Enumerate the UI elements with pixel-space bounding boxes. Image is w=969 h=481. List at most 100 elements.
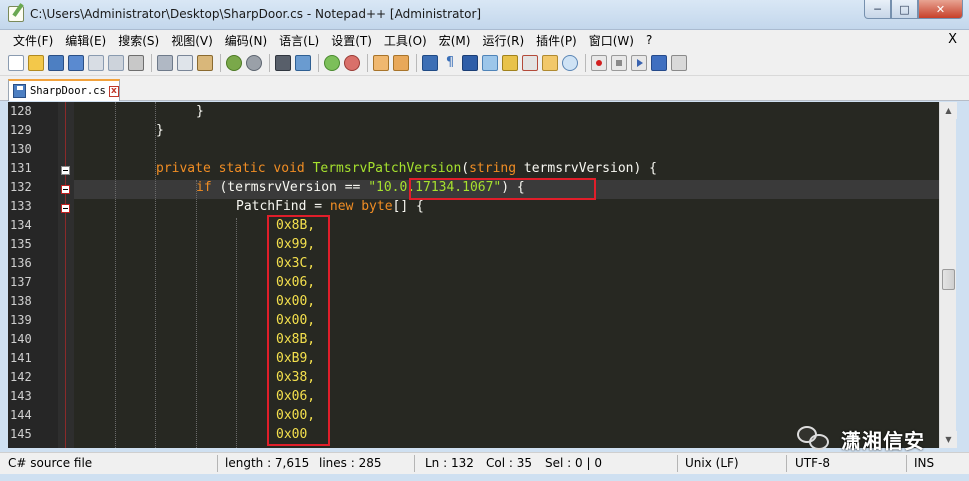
play-macro-icon[interactable] [631, 54, 647, 71]
line-number: 141 [10, 351, 32, 365]
toolbar-separator [367, 53, 368, 72]
status-sel: Sel : 0 | 0 [545, 456, 602, 470]
paste-icon[interactable] [197, 54, 213, 71]
menu-plugins[interactable]: 插件(P) [530, 32, 583, 49]
status-language: C# source file [8, 456, 93, 470]
watermark-text: 潇湘信安 [841, 428, 925, 453]
undo-icon[interactable] [226, 54, 242, 71]
line-number: 139 [10, 313, 32, 327]
function-list-icon[interactable] [522, 54, 538, 71]
new-file-icon[interactable] [8, 54, 24, 71]
line-number: 129 [10, 123, 32, 137]
line-number: 133 [10, 199, 32, 213]
menu-macro[interactable]: 宏(M) [433, 32, 477, 49]
line-number: 136 [10, 256, 32, 270]
save-icon[interactable] [48, 54, 64, 71]
copy-icon[interactable] [177, 54, 193, 71]
window-controls: ─ □ ✕ [864, 0, 963, 19]
fold-toggle-icon[interactable] [61, 185, 70, 194]
menu-language[interactable]: 语言(L) [273, 32, 325, 49]
save-macro-icon[interactable] [671, 54, 687, 71]
menu-file[interactable]: 文件(F) [7, 32, 59, 49]
close-all-icon[interactable] [108, 54, 124, 71]
code-line: } [156, 123, 164, 138]
code-line-byte-array: PatchFind = new byte[] { [236, 199, 424, 214]
sync-vertical-icon[interactable] [373, 54, 389, 71]
line-number: 137 [10, 275, 32, 289]
line-number: 143 [10, 389, 32, 403]
close-document-button[interactable]: X [948, 32, 957, 47]
toolbar-separator [220, 53, 221, 72]
line-number: 128 [10, 104, 32, 118]
menu-search[interactable]: 搜索(S) [112, 32, 165, 49]
window-title: C:\Users\Administrator\Desktop\SharpDoor… [30, 7, 482, 21]
menu-edit[interactable]: 编辑(E) [59, 32, 112, 49]
cut-icon[interactable] [157, 54, 173, 71]
indent-guide [155, 102, 156, 448]
zoom-out-icon[interactable] [344, 54, 360, 71]
sync-horizontal-icon[interactable] [393, 54, 409, 71]
udl-icon[interactable] [482, 54, 498, 71]
menu-bar: 文件(F) 编辑(E) 搜索(S) 视图(V) 编码(N) 语言(L) 设置(T… [0, 30, 969, 50]
redo-icon[interactable] [246, 54, 262, 71]
fold-toggle-icon[interactable] [61, 166, 70, 175]
indent-guide [115, 102, 116, 448]
record-macro-icon[interactable] [591, 54, 607, 71]
line-number: 145 [10, 427, 32, 441]
code-editor[interactable]: 128 129 130 131 132 133 134 135 136 137 … [8, 102, 939, 448]
notepadpp-app-icon [8, 6, 24, 22]
menu-view[interactable]: 视图(V) [165, 32, 219, 49]
zoom-in-icon[interactable] [324, 54, 340, 71]
word-wrap-icon[interactable] [422, 54, 438, 71]
close-file-icon[interactable] [88, 54, 104, 71]
byte-array-highlight-box [267, 215, 330, 446]
save-all-icon[interactable] [68, 54, 84, 71]
print-icon[interactable] [128, 54, 144, 71]
status-col: Col : 35 [486, 456, 532, 470]
menu-encoding[interactable]: 编码(N) [219, 32, 273, 49]
vertical-scrollbar[interactable]: ▲ ▼ [939, 102, 957, 448]
status-bar: C# source file length : 7,615 lines : 28… [0, 452, 969, 474]
line-number: 135 [10, 237, 32, 251]
folder-workspace-icon[interactable] [542, 54, 558, 71]
saved-file-icon [13, 84, 26, 98]
line-number-gutter: 128 129 130 131 132 133 134 135 136 137 … [8, 102, 58, 448]
menu-window[interactable]: 窗口(W) [583, 32, 640, 49]
title-bar: C:\Users\Administrator\Desktop\SharpDoor… [0, 0, 969, 30]
menu-help[interactable]: ? [640, 33, 658, 47]
monitoring-icon[interactable] [562, 54, 578, 71]
open-file-icon[interactable] [28, 54, 44, 71]
run-macro-multiple-icon[interactable] [651, 54, 667, 71]
toolbar-separator [416, 53, 417, 72]
fold-toggle-icon[interactable] [61, 204, 70, 213]
fold-line [65, 102, 66, 448]
tab-sharpdoor-cs[interactable]: SharpDoor.cs x [8, 79, 120, 101]
close-button[interactable]: ✕ [918, 0, 963, 19]
scroll-up-arrow-icon[interactable]: ▲ [940, 102, 957, 119]
find-icon[interactable] [275, 54, 291, 71]
replace-icon[interactable] [295, 54, 311, 71]
indent-guide [236, 218, 237, 448]
line-number: 142 [10, 370, 32, 384]
status-insert-mode: INS [914, 456, 935, 470]
minimize-button[interactable]: ─ [864, 0, 891, 19]
scrollbar-thumb[interactable] [942, 269, 955, 290]
status-divider [414, 455, 415, 472]
menu-settings[interactable]: 设置(T) [325, 32, 378, 49]
line-number: 140 [10, 332, 32, 346]
show-all-chars-icon[interactable]: ¶ [442, 54, 458, 71]
wechat-watermark: 潇湘信安 [797, 424, 925, 454]
menu-tools[interactable]: 工具(O) [378, 32, 433, 49]
toolbar-separator [269, 53, 270, 72]
scroll-down-arrow-icon[interactable]: ▼ [940, 431, 957, 448]
tab-close-icon[interactable]: x [108, 85, 119, 97]
document-map-icon[interactable] [502, 54, 518, 71]
indent-guide-icon[interactable] [462, 54, 478, 71]
tab-bar: SharpDoor.cs x [0, 76, 969, 101]
version-string-highlight-box [409, 178, 596, 200]
status-divider [906, 455, 907, 472]
maximize-button[interactable]: □ [891, 0, 918, 19]
stop-macro-icon[interactable] [611, 54, 627, 71]
toolbar: ¶ [0, 50, 969, 76]
menu-run[interactable]: 运行(R) [476, 32, 530, 49]
